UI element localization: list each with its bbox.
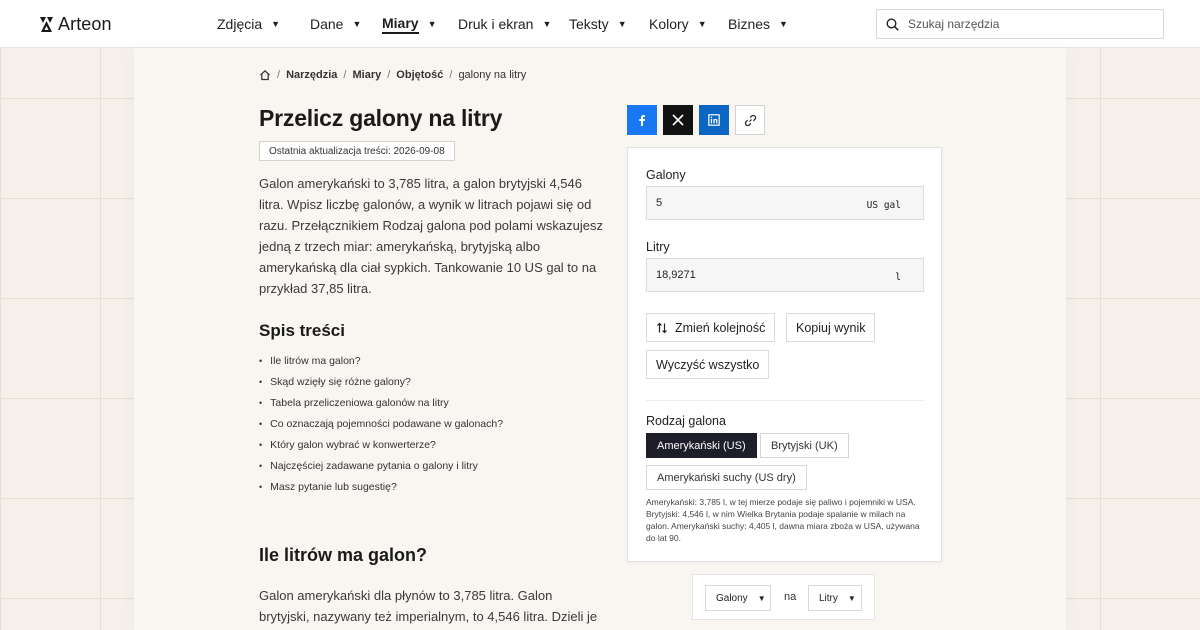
main-content: / Narzędzia / Miary / Objętość / galony …	[134, 48, 1066, 630]
breadcrumb-separator: /	[277, 69, 281, 81]
breadcrumb-separator: /	[449, 69, 453, 81]
swap-button[interactable]: Zmień kolejność	[646, 313, 776, 342]
breadcrumb-link-objetosc[interactable]: Objętość	[396, 69, 443, 81]
share-x-button[interactable]	[663, 105, 693, 135]
link-icon	[744, 114, 756, 126]
toc-item[interactable]: Ile litrów ma galon?	[259, 350, 503, 371]
breadcrumb: / Narzędzia / Miary / Objętość / galony …	[259, 69, 526, 81]
toc-item[interactable]: Skąd wzięły się różne galony?	[259, 371, 503, 392]
breadcrumb-current: galony na litry	[458, 69, 527, 81]
search-box[interactable]	[876, 9, 1164, 39]
share-facebook-button[interactable]	[627, 105, 657, 135]
clear-label: Wyczyść wszystko	[656, 357, 760, 372]
nav-label: Kolory	[649, 16, 689, 32]
unit-selector: Galony ▼ na Litry ▼	[692, 574, 875, 620]
site-header: Arteon Zdjęcia ▼ Dane ▼ Miary ▼ Druk i ekra…	[0, 0, 1200, 48]
type-uk-button[interactable]: Brytyjski (UK)	[760, 433, 849, 458]
updated-badge: Ostatnia aktualizacja treści: 2026-09-08	[259, 141, 455, 161]
nav-item-druk[interactable]: Druk i ekran ▼	[458, 0, 569, 48]
copy-link-button[interactable]	[735, 105, 765, 135]
facebook-icon	[639, 115, 645, 126]
nav-item-dane[interactable]: Dane ▼	[310, 0, 382, 48]
toc-list: Ile litrów ma galon? Skąd wzięły się róż…	[259, 350, 503, 497]
toc-title: Spis treści	[259, 321, 345, 340]
caret-down-icon: ▼	[542, 19, 552, 29]
home-icon[interactable]	[259, 69, 271, 81]
nav-item-kolory[interactable]: Kolory ▼	[649, 0, 728, 48]
logo-text: Arteon	[58, 14, 112, 34]
swap-label: Zmień kolejność	[675, 320, 766, 335]
clear-all-button[interactable]: Wyczyść wszystko	[646, 350, 770, 379]
liters-input[interactable]	[647, 269, 847, 281]
toc-item[interactable]: Który galon wybrać w konwerterze?	[259, 434, 503, 455]
nav-label: Druk i ekran	[458, 16, 534, 32]
caret-down-icon: ▼	[757, 593, 766, 603]
logo[interactable]: Arteon	[39, 14, 112, 35]
to-unit-dropdown[interactable]: Litry ▼	[808, 585, 862, 611]
copy-label: Kopiuj wynik	[796, 320, 866, 335]
search-input[interactable]	[908, 17, 1148, 31]
toc-item[interactable]: Tabela przeliczeniowa galonów na litry	[259, 392, 503, 413]
caret-down-icon: ▼	[779, 19, 788, 29]
unit-joiner: na	[784, 591, 797, 603]
from-unit-dropdown[interactable]: Galony ▼	[705, 585, 771, 611]
breadcrumb-separator: /	[343, 69, 347, 81]
nav-item-biznes[interactable]: Biznes ▼	[728, 0, 798, 48]
section-paragraph: Galon amerykański dla płynów to 3,785 li…	[259, 588, 598, 624]
copy-result-button[interactable]: Kopiuj wynik	[786, 313, 876, 342]
divider	[646, 400, 924, 401]
nav-item-teksty[interactable]: Teksty ▼	[569, 0, 649, 48]
main-nav: Zdjęcia ▼ Dane ▼ Miary ▼ Druk i ekran ▼ Teks…	[217, 0, 798, 48]
nav-label: Teksty	[569, 16, 609, 32]
toc-item[interactable]: Co oznaczają pojemności podawane w galon…	[259, 413, 503, 434]
caret-down-icon: ▼	[847, 593, 856, 603]
gallon-type-note: Amerykański: 3,785 l, w tej mierze podaj…	[646, 497, 920, 543]
caret-down-icon: ▼	[271, 19, 281, 29]
to-field[interactable]: l	[646, 258, 924, 292]
nav-label: Dane	[310, 16, 344, 32]
to-unit: l	[895, 272, 901, 283]
converter-panel: Galony US gal Litry l Zmień kolejność Ko…	[627, 147, 942, 562]
caret-down-icon: ▼	[697, 19, 707, 29]
nav-label: Zdjęcia	[217, 16, 263, 32]
toc-item[interactable]: Najczęściej zadawane pytania o galony i …	[259, 455, 503, 476]
page-title: Przelicz galony na litry	[259, 105, 503, 131]
search-icon	[886, 17, 899, 31]
nav-item-miary[interactable]: Miary ▼	[382, 0, 458, 48]
caret-down-icon: ▼	[427, 19, 437, 29]
from-unit-value: Galony	[716, 592, 748, 604]
nav-item-zdjecia[interactable]: Zdjęcia ▼	[217, 0, 310, 48]
breadcrumb-separator: /	[387, 69, 391, 81]
section-heading: Ile litrów ma galon?	[259, 545, 428, 565]
breadcrumb-link-miary[interactable]: Miary	[352, 69, 381, 81]
linkedin-icon	[708, 114, 720, 126]
toc-item[interactable]: Masz pytanie lub sugestię?	[259, 476, 503, 497]
gallons-input[interactable]	[647, 197, 847, 209]
to-label: Litry	[646, 240, 670, 254]
from-label: Galony	[646, 168, 686, 182]
intro-paragraph: Galon amerykański to 3,785 litra, a galo…	[259, 176, 603, 296]
gallon-type-label: Rodzaj galona	[646, 414, 726, 428]
share-bar	[627, 105, 765, 135]
type-us-dry-button[interactable]: Amerykański suchy (US dry)	[646, 465, 807, 490]
caret-down-icon: ▼	[352, 19, 362, 29]
x-icon	[672, 114, 684, 126]
from-unit: US gal	[866, 200, 901, 211]
caret-down-icon: ▼	[617, 19, 627, 29]
from-field[interactable]: US gal	[646, 186, 924, 220]
to-unit-value: Litry	[819, 592, 838, 604]
logo-icon	[40, 17, 53, 32]
breadcrumb-link-narzedzia[interactable]: Narzędzia	[286, 69, 337, 81]
share-linkedin-button[interactable]	[699, 105, 729, 135]
nav-label: Miary	[382, 15, 419, 34]
swap-icon	[657, 322, 667, 333]
type-us-button[interactable]: Amerykański (US)	[646, 433, 757, 458]
nav-label: Biznes	[728, 16, 771, 32]
